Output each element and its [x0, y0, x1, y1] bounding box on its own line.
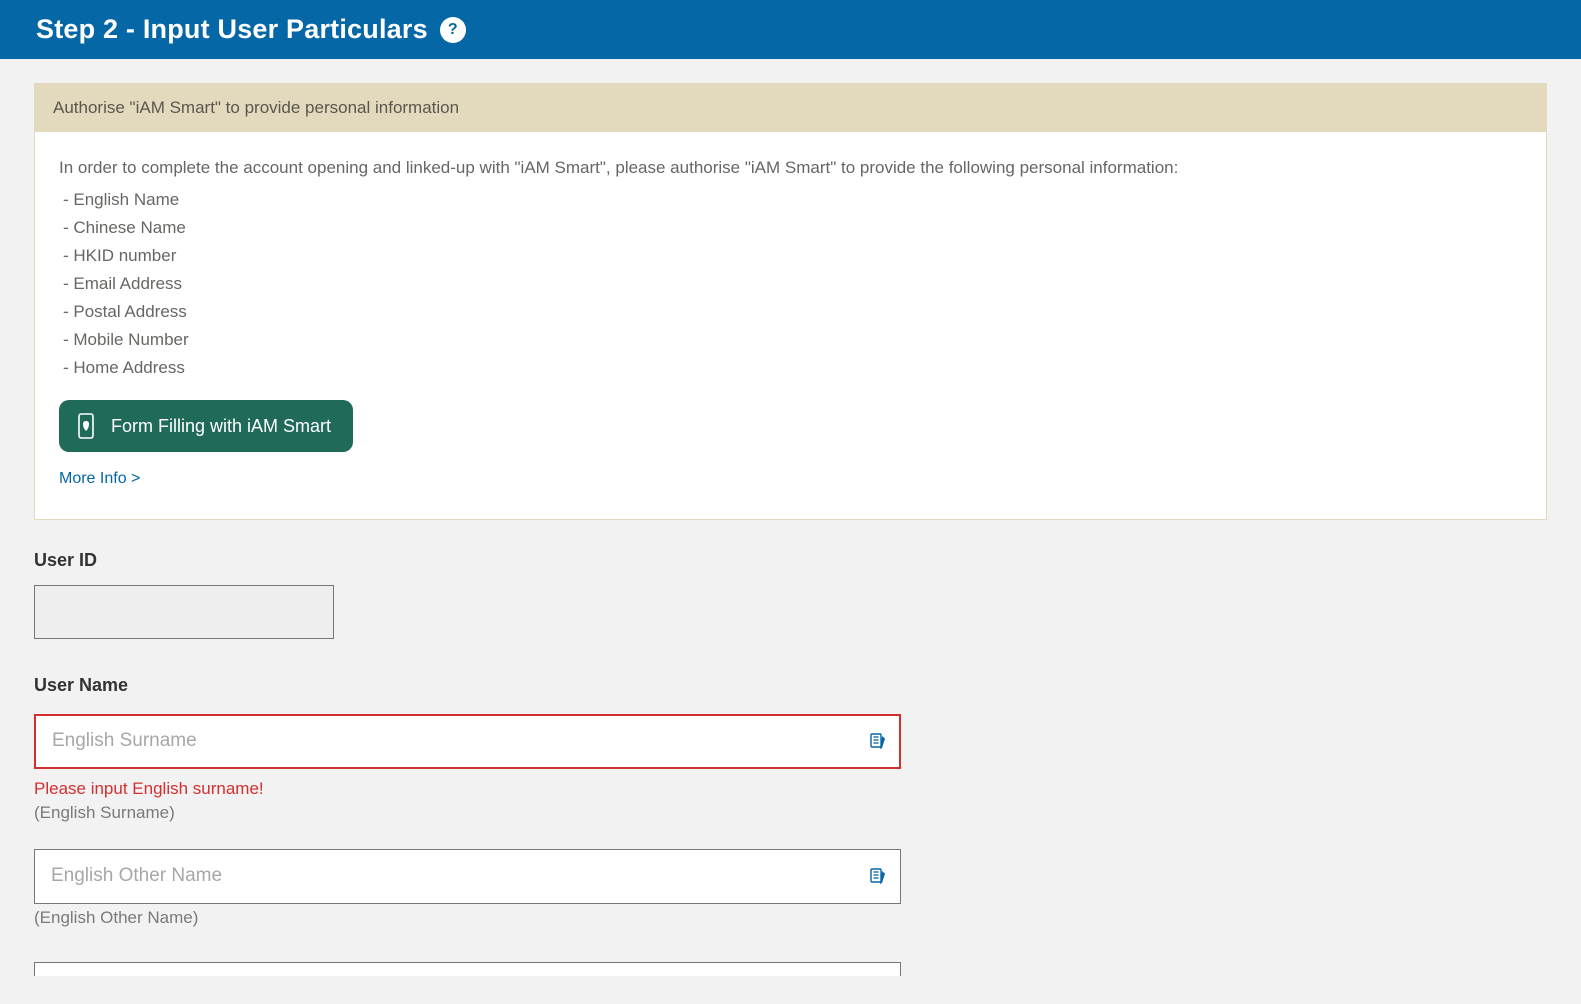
iam-button-label: Form Filling with iAM Smart — [111, 416, 331, 437]
iam-smart-icon — [73, 412, 99, 440]
more-info-link[interactable]: More Info > — [59, 466, 140, 492]
english-other-name-input[interactable] — [34, 849, 901, 904]
list-item: - Chinese Name — [59, 214, 1522, 242]
list-item: - Mobile Number — [59, 326, 1522, 354]
list-item: - Home Address — [59, 354, 1522, 382]
authorise-body: In order to complete the account opening… — [35, 132, 1546, 519]
authorise-list: - English Name - Chinese Name - HKID num… — [59, 186, 1522, 382]
user-name-section: User Name Please input English surname! … — [34, 675, 1547, 976]
iam-smart-button[interactable]: Form Filling with iAM Smart — [59, 400, 353, 452]
list-item: - English Name — [59, 186, 1522, 214]
step-header: Step 2 - Input User Particulars ? — [0, 0, 1581, 59]
english-other-name-wrap — [34, 849, 901, 904]
english-surname-hint: (English Surname) — [34, 803, 1547, 823]
list-item: - HKID number — [59, 242, 1522, 270]
content-area: Authorise "iAM Smart" to provide persona… — [0, 59, 1581, 976]
list-item: - Postal Address — [59, 298, 1522, 326]
english-other-name-block: (English Other Name) — [34, 849, 1547, 928]
authorise-intro: In order to complete the account opening… — [59, 154, 1522, 182]
english-surname-input[interactable] — [34, 714, 901, 769]
english-other-name-hint: (English Other Name) — [34, 908, 1547, 928]
user-name-label: User Name — [34, 675, 1547, 696]
english-surname-wrap — [34, 714, 901, 769]
user-id-label: User ID — [34, 550, 1547, 571]
list-item: - Email Address — [59, 270, 1522, 298]
authorise-panel: Authorise "iAM Smart" to provide persona… — [34, 83, 1547, 520]
english-surname-block: Please input English surname! (English S… — [34, 714, 1547, 823]
user-id-section: User ID — [34, 550, 1547, 639]
user-id-input — [34, 585, 334, 639]
partial-next-input — [34, 962, 901, 976]
step-title: Step 2 - Input User Particulars — [36, 14, 428, 45]
authorise-header: Authorise "iAM Smart" to provide persona… — [35, 84, 1546, 132]
english-surname-error: Please input English surname! — [34, 779, 1547, 799]
help-icon[interactable]: ? — [440, 17, 466, 43]
